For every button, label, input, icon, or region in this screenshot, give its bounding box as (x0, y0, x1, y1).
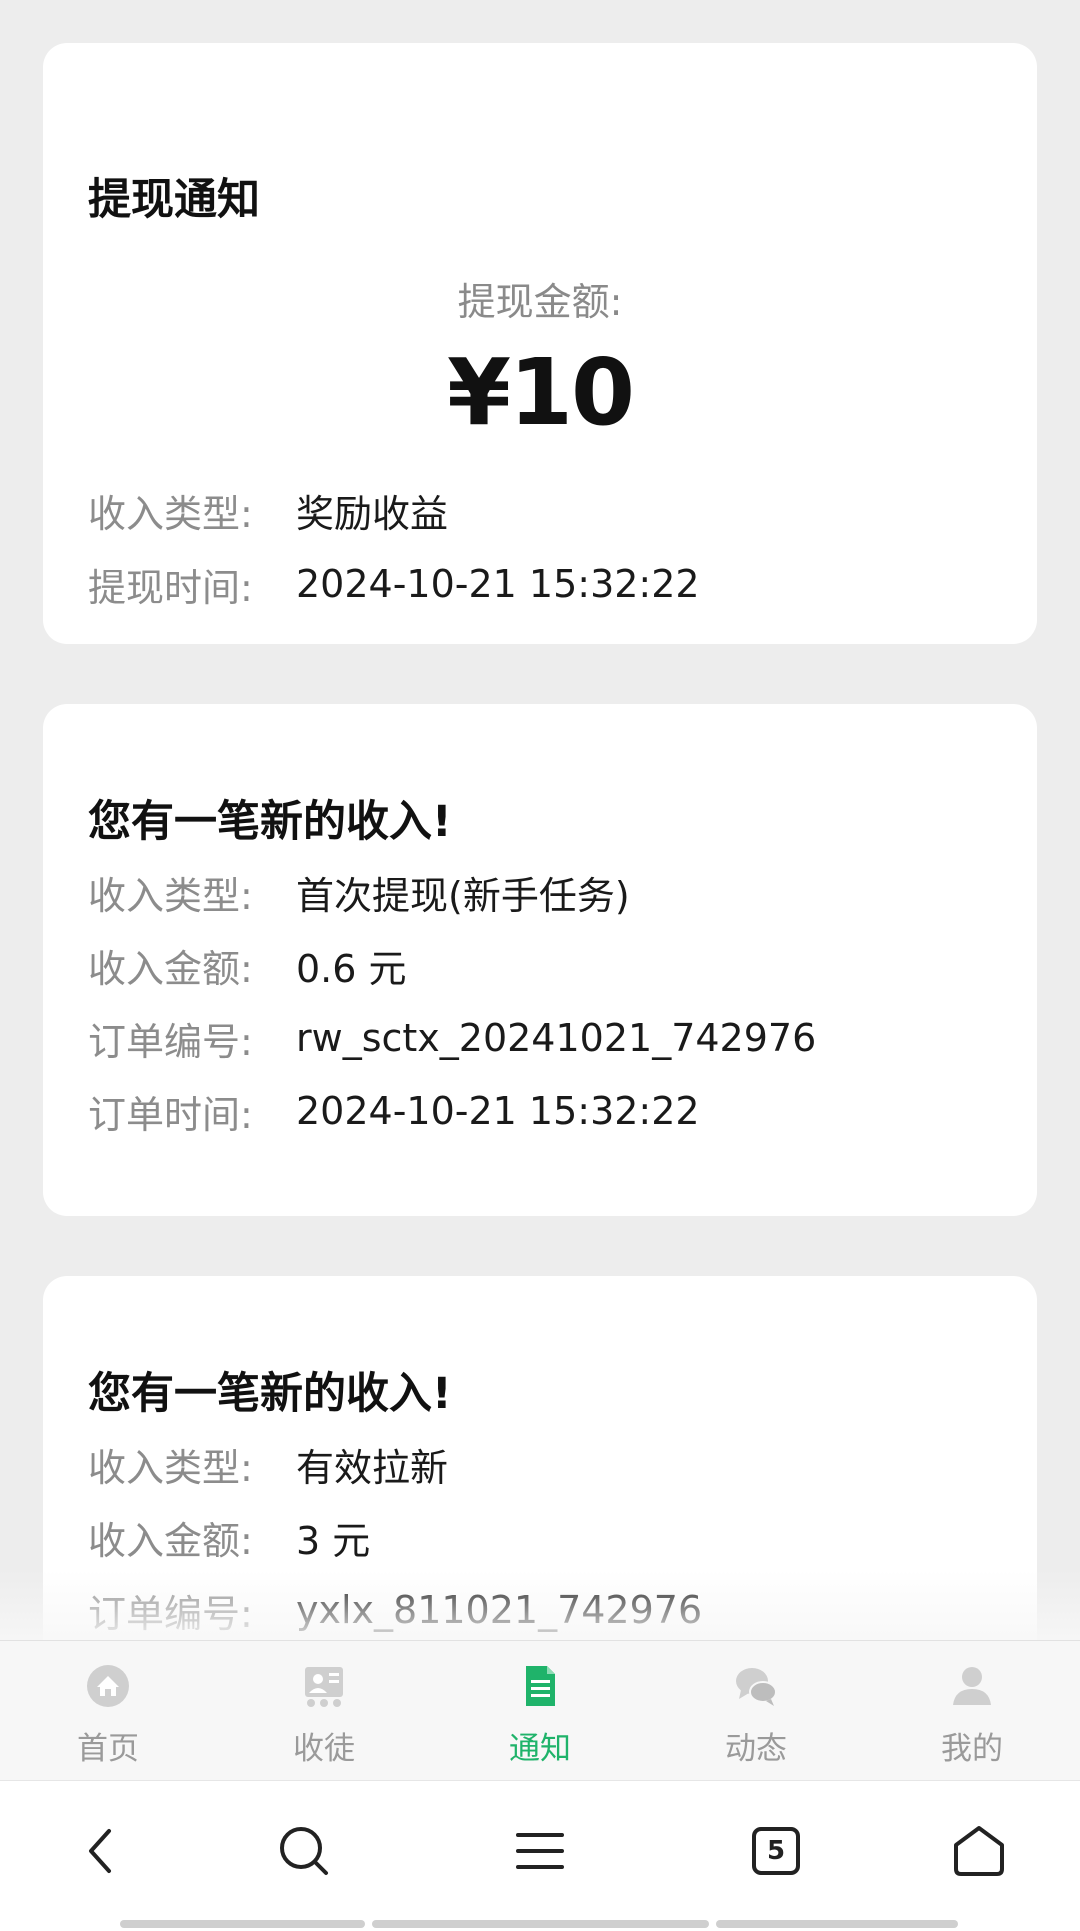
back-icon (89, 1829, 111, 1873)
menu-button[interactable] (500, 1811, 580, 1891)
notice-icon (526, 1666, 555, 1706)
row-value: 0.6 元 (296, 946, 407, 991)
detail-row: 收入金额: 3 元 (88, 1512, 371, 1563)
amount-label: 提现金额: (457, 280, 623, 324)
row-value: 2024-10-21 15:32:22 (296, 562, 700, 606)
tabs-button[interactable]: 5 (736, 1811, 816, 1891)
notification-feed[interactable]: 提现通知 提现金额: ¥10 收入类型: 奖励收益 提现时间: 2024-10-… (0, 0, 1080, 1640)
card-title: 您有一笔新的收入! (88, 797, 452, 847)
card-title: 您有一笔新的收入! (88, 1369, 452, 1419)
row-key: 收入类型: (88, 1445, 253, 1490)
row-key: 收入类型: (88, 873, 253, 918)
tab-label: 我的 (941, 1731, 1003, 1767)
search-icon (280, 1827, 328, 1875)
detail-row: 提现时间: 2024-10-21 15:32:22 (88, 559, 700, 610)
row-value: 首次提现(新手任务) (296, 873, 630, 918)
tabs-icon: 5 (751, 1826, 801, 1876)
menu-icon (516, 1833, 564, 1869)
tab-notice[interactable]: 通知 (432, 1641, 648, 1780)
row-key: 订单编号: (88, 1019, 253, 1064)
tab-home[interactable]: 首页 (0, 1641, 216, 1780)
tab-recruit[interactable]: 收徒 (216, 1641, 432, 1780)
gesture-indicator (120, 1920, 365, 1928)
home-icon (87, 1665, 129, 1707)
recruit-icon (305, 1667, 343, 1707)
detail-row: 订单时间: 2024-10-21 15:32:22 (88, 1086, 700, 1137)
row-key: 订单编号: (88, 1591, 253, 1636)
row-value: rw_sctx_20241021_742976 (296, 1016, 817, 1060)
row-value: 奖励收益 (296, 491, 449, 536)
detail-row: 收入类型: 有效拉新 (88, 1439, 449, 1490)
browser-nav-bar: 5 (0, 1780, 1080, 1931)
row-value: 2024-10-21 15:32:22 (296, 1089, 700, 1133)
row-key: 订单时间: (88, 1092, 253, 1137)
row-value: 有效拉新 (296, 1445, 449, 1490)
row-value: 3 元 (296, 1518, 371, 1563)
row-key: 收入类型: (88, 491, 253, 536)
withdrawal-notice-card[interactable]: 提现通知 提现金额: ¥10 收入类型: 奖励收益 提现时间: 2024-10-… (43, 43, 1037, 644)
detail-row: 收入金额: 0.6 元 (88, 940, 407, 991)
card-title: 提现通知 (88, 175, 260, 225)
detail-row: 订单编号: rw_sctx_20241021_742976 (88, 1013, 817, 1064)
row-key: 收入金额: (88, 946, 253, 991)
gesture-indicator (716, 1920, 958, 1928)
row-key: 提现时间: (88, 565, 253, 610)
tab-label: 首页 (77, 1731, 139, 1767)
gesture-indicator (372, 1920, 709, 1928)
detail-row: 订单编号: yxlx_811021_742976 (88, 1585, 703, 1636)
tab-label: 收徒 (293, 1731, 355, 1767)
row-value: yxlx_811021_742976 (296, 1588, 703, 1632)
app-screen: 提现通知 提现金额: ¥10 收入类型: 奖励收益 提现时间: 2024-10-… (0, 0, 1080, 1931)
income-notice-card[interactable]: 您有一笔新的收入! 收入类型: 首次提现(新手任务) 收入金额: 0.6 元 订… (43, 704, 1037, 1216)
tabs-count: 5 (766, 1836, 786, 1866)
amount-value: ¥10 (446, 339, 635, 446)
user-icon (953, 1667, 991, 1705)
row-key: 收入金额: (88, 1518, 253, 1563)
tab-label: 通知 (509, 1731, 571, 1767)
back-button[interactable] (62, 1811, 142, 1891)
home-icon (954, 1826, 1004, 1876)
bottom-tab-bar: 首页 收徒 通知 动态 我的 (0, 1640, 1080, 1780)
tab-mine[interactable]: 我的 (864, 1641, 1080, 1780)
detail-row: 收入类型: 奖励收益 (88, 485, 449, 536)
search-button[interactable] (264, 1811, 344, 1891)
chat-icon (736, 1668, 777, 1706)
tab-label: 动态 (725, 1731, 787, 1767)
detail-row: 收入类型: 首次提现(新手任务) (88, 867, 630, 918)
income-notice-card[interactable]: 您有一笔新的收入! 收入类型: 有效拉新 收入金额: 3 元 订单编号: yxl… (43, 1276, 1037, 1640)
home-button[interactable] (939, 1811, 1019, 1891)
tab-feed[interactable]: 动态 (648, 1641, 864, 1780)
